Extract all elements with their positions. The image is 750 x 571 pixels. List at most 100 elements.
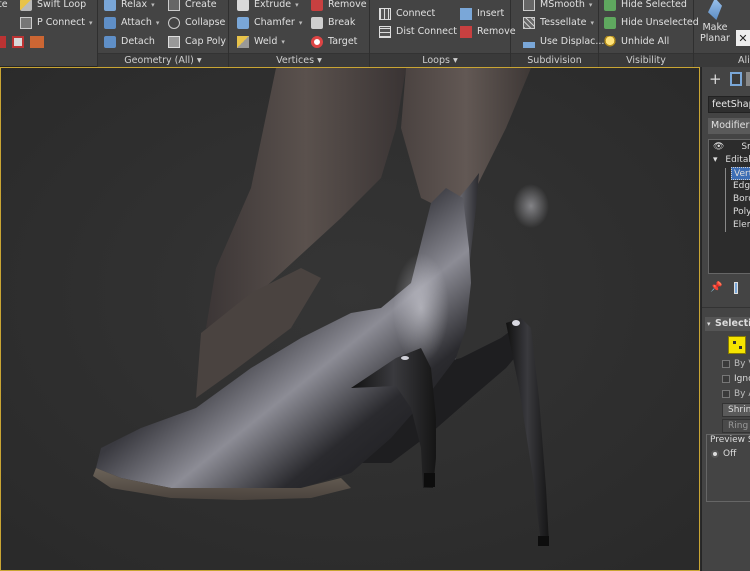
relax-label: Relax bbox=[121, 0, 148, 10]
stack-item-element[interactable]: Element bbox=[733, 219, 750, 232]
object-name-field[interactable]: feetShape bbox=[708, 96, 750, 113]
loops-panel-footer[interactable]: Loops ▾ bbox=[370, 53, 510, 67]
stack-item-edge-label: Edge bbox=[733, 181, 750, 191]
stack-row-smooth[interactable]: 👁 Sm bbox=[713, 141, 750, 154]
ribbon-item-partial[interactable]: te bbox=[0, 0, 8, 13]
modify-tab-icon[interactable] bbox=[729, 72, 742, 86]
preview-off-radio[interactable]: Off bbox=[711, 449, 736, 459]
stack-item-polygon-label: Polygon bbox=[733, 207, 750, 217]
cube-icon[interactable] bbox=[12, 35, 24, 48]
remove-vertex-button[interactable]: Remove bbox=[311, 0, 367, 13]
preview-off-label: Off bbox=[723, 449, 737, 459]
swift-loop-button[interactable]: Swift Loop bbox=[20, 0, 86, 13]
remove-loop-button[interactable]: Remove bbox=[460, 23, 516, 40]
shrink-button[interactable]: Shrink bbox=[722, 403, 750, 417]
chevron-down-icon[interactable]: ▾ bbox=[299, 19, 303, 27]
insert-button[interactable]: Insert bbox=[460, 5, 504, 22]
hide-selected-label: Hide Selected bbox=[621, 0, 687, 10]
connect-button[interactable]: Connect bbox=[379, 5, 435, 22]
extrude-button[interactable]: Extrude ▾ bbox=[237, 0, 299, 13]
rollout-collapse-icon: ▾ bbox=[707, 320, 711, 328]
weld-icon bbox=[237, 35, 249, 48]
ignore-backfacing-label: Ignore Backfacing bbox=[734, 374, 750, 384]
chevron-down-icon[interactable]: ▾ bbox=[590, 19, 594, 27]
chevron-down-icon[interactable]: ▾ bbox=[89, 19, 93, 27]
remove-icon bbox=[311, 0, 323, 11]
vertices-panel-footer[interactable]: Vertices ▾ bbox=[229, 53, 369, 67]
chevron-down-icon[interactable]: ▾ bbox=[151, 1, 155, 9]
create-button[interactable]: Create bbox=[168, 0, 217, 13]
ring-button[interactable]: Ring bbox=[722, 419, 750, 433]
stack-item-edge[interactable]: Edge bbox=[733, 180, 750, 193]
create-tab-plus-icon[interactable]: + bbox=[709, 72, 722, 87]
chevron-down-icon[interactable]: ▾ bbox=[589, 1, 593, 9]
align-panel-footer[interactable]: Alig bbox=[694, 53, 750, 67]
back-heel-highlight bbox=[512, 320, 520, 326]
ignore-backfacing-checkbox[interactable]: Ignore Backfacing bbox=[722, 374, 750, 384]
weld-button[interactable]: Weld ▾ bbox=[237, 33, 285, 50]
ring-label: Ring bbox=[728, 421, 749, 431]
vertex-mode-icon[interactable] bbox=[728, 336, 746, 354]
expand-triangle-icon[interactable]: ▾ bbox=[713, 155, 718, 165]
msmooth-button[interactable]: MSmooth ▾ bbox=[523, 0, 592, 13]
stack-item-border[interactable]: Border bbox=[733, 193, 750, 206]
chevron-down-icon[interactable]: ▾ bbox=[295, 1, 299, 9]
geometry-panel-footer[interactable]: Geometry (All) ▾ bbox=[98, 53, 228, 67]
displace-icon bbox=[523, 35, 535, 48]
tessellate-button[interactable]: Tessellate ▾ bbox=[523, 14, 594, 31]
remove-vertex-label: Remove bbox=[328, 0, 367, 10]
subdivision-panel-footer[interactable]: Subdivision bbox=[511, 53, 598, 67]
attach-button[interactable]: Attach ▾ bbox=[104, 14, 159, 31]
checkbox[interactable] bbox=[722, 360, 730, 368]
modifier-stack[interactable]: 👁 Sm ▾ Editable Poly Vertex Edge Border … bbox=[708, 139, 750, 274]
attach-icon bbox=[104, 16, 116, 29]
use-displace-button[interactable]: Use Displac... bbox=[523, 33, 604, 50]
pin-stack-icon[interactable]: 📌 bbox=[710, 282, 722, 294]
target-button[interactable]: Target bbox=[311, 33, 357, 50]
hide-selected-button[interactable]: Hide Selected bbox=[604, 0, 687, 13]
checkbox[interactable] bbox=[722, 390, 730, 398]
visibility-panel-footer[interactable]: Visibility bbox=[599, 53, 693, 67]
unhide-all-button[interactable]: Unhide All bbox=[604, 33, 669, 50]
vertex-dot bbox=[739, 346, 742, 349]
stack-row-editable-poly[interactable]: ▾ Editable Poly bbox=[713, 154, 750, 167]
plane-icon[interactable] bbox=[30, 35, 44, 48]
eye-icon[interactable]: 👁 bbox=[713, 142, 724, 152]
stack-item-polygon[interactable]: Polygon bbox=[733, 206, 750, 219]
by-vertex-checkbox[interactable]: By Vertex bbox=[722, 359, 750, 369]
chevron-down-icon[interactable]: ▾ bbox=[156, 19, 160, 27]
collapse-label: Collapse bbox=[185, 17, 226, 28]
use-displace-label: Use Displac... bbox=[540, 36, 605, 47]
relax-button[interactable]: Relax ▾ bbox=[104, 0, 155, 13]
selection-rollout-header[interactable]: ▾ Selection bbox=[705, 317, 750, 331]
collapse-button[interactable]: Collapse bbox=[168, 14, 225, 31]
break-button[interactable]: Break bbox=[311, 14, 355, 31]
p-connect-button[interactable]: P Connect ▾ bbox=[20, 14, 93, 31]
cap-poly-button[interactable]: Cap Poly bbox=[168, 33, 226, 50]
selection-header-label: Selection bbox=[715, 318, 750, 329]
ribbon: te Swift Loop P Connect ▾ Relax ▾ Attach… bbox=[0, 0, 750, 67]
detach-button[interactable]: Detach bbox=[104, 33, 155, 50]
viewport-perspective[interactable] bbox=[0, 67, 700, 571]
red-cube-icon[interactable] bbox=[0, 35, 6, 48]
modifier-list-dropdown[interactable]: Modifier List bbox=[708, 118, 750, 134]
stack-item-vertex[interactable]: Vertex bbox=[731, 167, 750, 180]
close-icon[interactable]: ✕ bbox=[736, 30, 750, 46]
chevron-down-icon[interactable]: ▾ bbox=[281, 38, 285, 46]
checkbox[interactable] bbox=[722, 375, 730, 383]
p-connect-icon bbox=[20, 16, 32, 29]
chamfer-button[interactable]: Chamfer ▾ bbox=[237, 14, 302, 31]
hierarchy-tab-icon[interactable] bbox=[745, 72, 750, 86]
make-planar-button[interactable]: Make Planar bbox=[698, 0, 732, 44]
subdivision-footer-label: Subdivision bbox=[527, 55, 582, 66]
dist-connect-button[interactable]: Dist Connect bbox=[379, 23, 457, 40]
show-end-result-icon[interactable] bbox=[734, 282, 739, 294]
vertices-footer-label: Vertices bbox=[276, 55, 315, 66]
ribbon-panel-visibility: Hide Selected Hide Unselected Unhide All… bbox=[599, 0, 699, 67]
swift-loop-icon bbox=[20, 0, 32, 11]
swift-loop-label: Swift Loop bbox=[37, 0, 87, 10]
radio-selected-icon[interactable] bbox=[711, 450, 719, 458]
hide-unselected-button[interactable]: Hide Unselected bbox=[604, 14, 699, 31]
stack-item-border-label: Border bbox=[733, 194, 750, 204]
by-angle-checkbox[interactable]: By Angle bbox=[722, 389, 750, 399]
